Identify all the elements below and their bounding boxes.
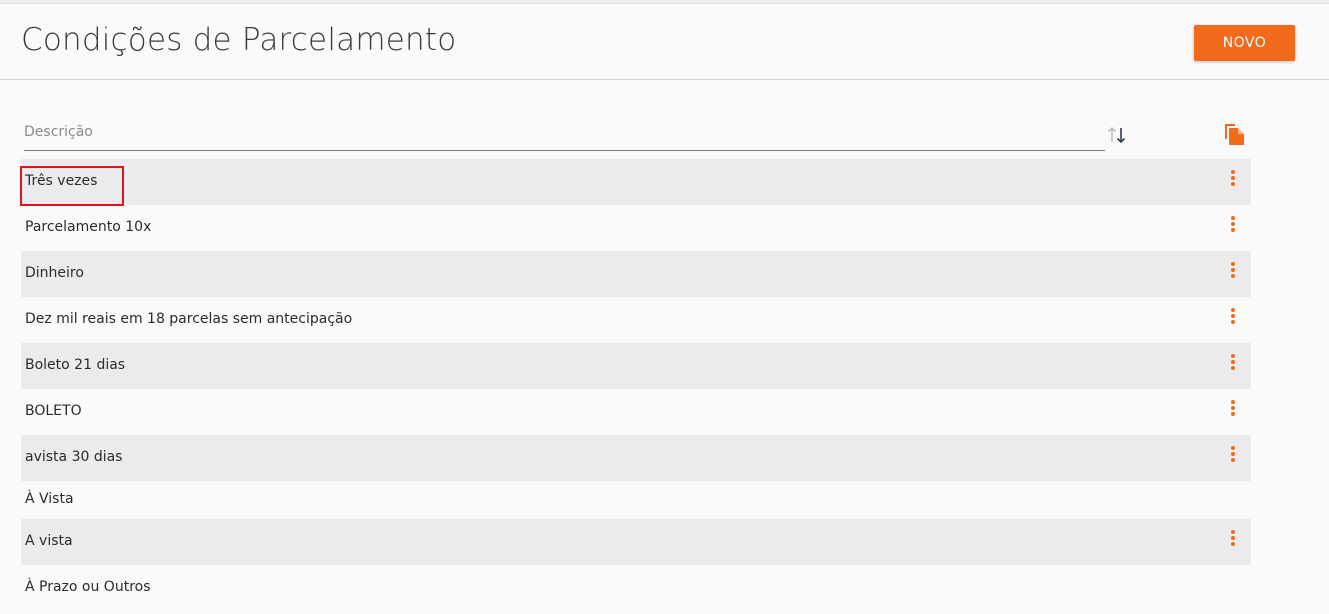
more-vertical-icon[interactable]	[1227, 446, 1239, 466]
list-item[interactable]: BOLETO	[21, 389, 1251, 435]
more-vertical-icon[interactable]	[1227, 530, 1239, 550]
more-vertical-icon[interactable]	[1227, 400, 1239, 420]
more-vertical-icon[interactable]	[1227, 262, 1239, 282]
description-filter-input[interactable]	[24, 118, 1099, 146]
copy-document-icon[interactable]	[1224, 122, 1246, 146]
more-vertical-icon[interactable]	[1227, 170, 1239, 190]
list-item[interactable]: À Vista	[21, 481, 1251, 519]
more-vertical-icon[interactable]	[1227, 354, 1239, 374]
more-vertical-icon[interactable]	[1227, 308, 1239, 328]
description-filter	[24, 118, 1105, 151]
list-item-label: Parcelamento 10x	[25, 219, 152, 235]
list-item-label: BOLETO	[25, 403, 82, 419]
list-item-label: Dez mil reais em 18 parcelas sem antecip…	[25, 311, 353, 327]
list-item[interactable]: A vista	[21, 519, 1251, 565]
list-item[interactable]: Três vezes	[20, 159, 1251, 206]
page-title: Condições de Parcelamento	[21, 22, 457, 58]
list-item-label: Dinheiro	[25, 265, 84, 281]
list-item[interactable]: Boleto 21 dias	[21, 343, 1251, 389]
more-vertical-icon[interactable]	[1227, 216, 1239, 236]
sort-up-down-icon[interactable]	[1106, 124, 1128, 146]
list-item[interactable]: Parcelamento 10x	[21, 205, 1251, 251]
list-item-label: Boleto 21 dias	[25, 357, 126, 373]
list-item-label: À Prazo ou Outros	[25, 579, 151, 595]
list-item[interactable]: Dinheiro	[21, 251, 1251, 297]
list-item[interactable]: À Prazo ou Outros	[21, 565, 1251, 611]
list-item[interactable]: Dez mil reais em 18 parcelas sem antecip…	[21, 297, 1251, 343]
page-header: Condições de Parcelamento NOVO	[0, 4, 1329, 80]
list-item-label: Três vezes	[25, 173, 98, 189]
list-item-label: À Vista	[25, 491, 74, 507]
new-button[interactable]: NOVO	[1194, 25, 1295, 61]
list-item[interactable]: avista 30 dias	[21, 435, 1251, 481]
list-item-label: A vista	[25, 533, 73, 549]
list-item-label: avista 30 dias	[25, 449, 123, 465]
installment-conditions-list: Três vezes Parcelamento 10x Dinheiro Dez…	[20, 159, 1251, 611]
